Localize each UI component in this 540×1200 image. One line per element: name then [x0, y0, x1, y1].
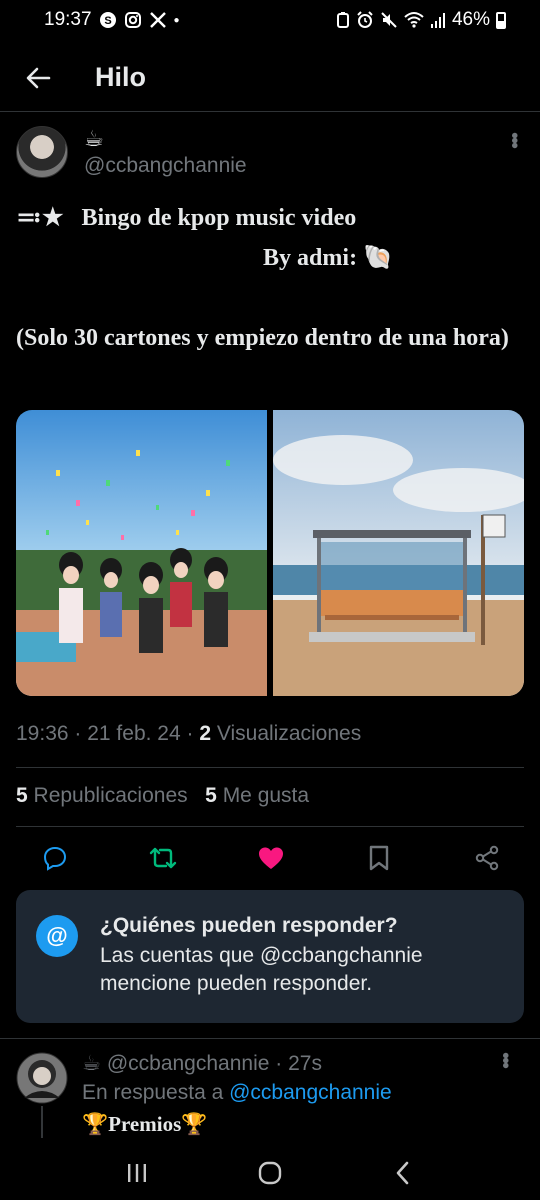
bookmark-icon	[369, 845, 389, 871]
avatar[interactable]	[16, 126, 68, 178]
share-button[interactable]	[472, 843, 502, 873]
mute-icon	[380, 11, 398, 29]
home-button[interactable]	[250, 1153, 290, 1193]
repost-icon	[149, 847, 177, 869]
views-label: Visualizaciones	[216, 722, 362, 745]
avatar[interactable]	[16, 1052, 68, 1104]
page-title: Hilo	[95, 62, 146, 92]
bus-stop-beach-image[interactable]	[273, 410, 524, 696]
likes-label: Me gusta	[222, 784, 310, 807]
post-text-line-2: By admi: 🐚	[263, 245, 393, 271]
arrow-left-icon	[26, 67, 51, 88]
instagram-icon	[124, 11, 142, 29]
chevron-left-icon	[397, 1161, 409, 1185]
thread-line	[41, 1106, 43, 1138]
post-timestamp-line: 19:36 · 21 feb. 24 · 2 Visualizaciones	[16, 722, 362, 745]
replying-to-link[interactable]: @ccbangchannie	[229, 1081, 392, 1104]
reply-button[interactable]	[40, 843, 70, 873]
post-actions	[16, 838, 524, 878]
alarm-icon	[356, 11, 374, 29]
at-sign-icon: @	[36, 915, 78, 957]
reply-author-name[interactable]: ☕	[82, 1052, 101, 1075]
bookmark-button[interactable]	[364, 843, 394, 873]
reply-post[interactable]: ☕ @ccbangchannie · 27s En respuesta a @cc…	[16, 1050, 524, 1146]
dot-icon: ●	[173, 14, 180, 26]
recents-icon	[127, 1164, 146, 1182]
post-time[interactable]: 19:36	[16, 722, 69, 745]
recent-apps-button[interactable]	[117, 1153, 157, 1193]
reply-icon	[43, 846, 67, 871]
post-text: ≕★ Bingo de kpop music video By admi: 🐚 …	[16, 198, 524, 358]
status-time: 19:37	[44, 9, 92, 30]
system-back-button[interactable]	[383, 1153, 423, 1193]
divider	[16, 767, 524, 768]
reposts-stat[interactable]: 5 Republicaciones	[16, 784, 188, 807]
s-icon: S	[99, 11, 117, 29]
author-name[interactable]: ☕	[84, 126, 247, 152]
like-button[interactable]	[256, 843, 286, 873]
media-grid	[16, 410, 524, 696]
more-options-button[interactable]: •••	[503, 132, 525, 147]
home-icon	[258, 1161, 282, 1185]
post-stats: 5 Republicaciones 5 Me gusta	[16, 784, 309, 808]
likes-count: 5	[205, 784, 217, 807]
top-app-bar: Hilo	[0, 44, 540, 112]
battery-percent: 46%	[451, 9, 490, 30]
likes-stat[interactable]: 5 Me gusta	[205, 784, 309, 807]
reply-age: 27s	[288, 1052, 322, 1075]
replying-to-label: En respuesta a	[82, 1081, 224, 1104]
heart-icon	[259, 847, 283, 869]
post-text-line-3: (Solo 30 cartones y empiezo dentro de un…	[16, 325, 509, 351]
back-button[interactable]	[18, 58, 58, 98]
author-row: ☕ @ccbangchannie •••	[16, 126, 525, 186]
views-count: 2	[199, 722, 212, 745]
divider	[0, 1038, 540, 1039]
reply-post-text: 🏆Premios🏆	[82, 1112, 208, 1136]
reply-post-header: ☕ @ccbangchannie · 27s	[82, 1052, 322, 1075]
post-date[interactable]: 21 feb. 24	[87, 722, 180, 745]
kpop-group-image[interactable]	[16, 410, 267, 696]
x-icon	[149, 11, 167, 29]
reply-restriction-title: ¿Quiénes pueden responder?	[100, 914, 398, 937]
reposts-count: 5	[16, 784, 28, 807]
repost-button[interactable]	[148, 843, 178, 873]
divider	[16, 826, 524, 827]
reply-author-handle[interactable]: @ccbangchannie	[107, 1052, 270, 1075]
system-nav-bar	[0, 1146, 540, 1200]
status-bar: 19:37 S ● 46%	[0, 0, 540, 40]
reply-restriction-description: Las cuentas que @ccbangchannie mencione …	[100, 944, 423, 995]
share-icon	[475, 845, 499, 871]
reposts-label: Republicaciones	[33, 784, 188, 807]
author-handle[interactable]: @ccbangchannie	[84, 154, 247, 178]
reply-restriction-card: @ ¿Quiénes pueden responder? Las cuentas…	[16, 890, 524, 1023]
post-text-line-1: ≕★ Bingo de kpop music video	[16, 205, 357, 231]
more-options-button[interactable]: •••	[493, 1052, 516, 1067]
wifi-icon	[404, 11, 424, 29]
battery-icon	[496, 11, 506, 29]
main-post: ☕ @ccbangchannie ••• ≕★ Bingo de kpop mu…	[16, 126, 525, 358]
svg-text:S: S	[104, 15, 111, 27]
signal-icon	[430, 11, 446, 29]
replying-to: En respuesta a @ccbangchannie	[82, 1078, 512, 1108]
battery-saver-icon	[336, 12, 350, 28]
